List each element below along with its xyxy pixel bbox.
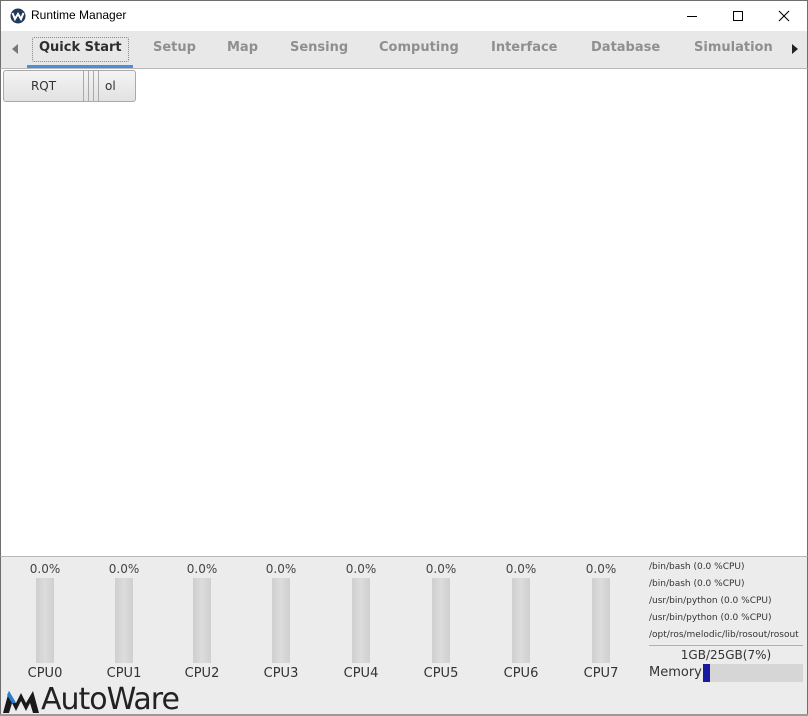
cpu-usage-bar xyxy=(592,578,610,663)
memory-label: Memory xyxy=(649,665,702,680)
cpu-label: CPU2 xyxy=(184,666,220,681)
cpu-usage-bar xyxy=(512,578,530,663)
cpu-meter: 0.0% CPU0 xyxy=(15,557,75,681)
quick-start-panel: RQT ol xyxy=(0,69,808,556)
cpu-meter: 0.0% CPU1 xyxy=(94,557,154,681)
close-button[interactable] xyxy=(761,1,807,31)
cpu-usage-percent: 0.0% xyxy=(505,562,537,576)
cpu-usage-bar xyxy=(352,578,370,663)
cpu-meter: 0.0% CPU5 xyxy=(411,557,471,681)
cpu-label: CPU3 xyxy=(263,666,299,681)
memory-bar xyxy=(703,664,803,682)
cpu-meter: 0.0% CPU3 xyxy=(251,557,311,681)
memory-usage-text: 1GB/25GB(7%) xyxy=(680,648,772,662)
maximize-icon xyxy=(733,11,743,21)
cpu-usage-percent: 0.0% xyxy=(29,562,61,576)
cpu-label: CPU0 xyxy=(27,666,63,681)
tab-quick-start[interactable]: Quick Start xyxy=(39,40,122,55)
cpu-label: CPU4 xyxy=(343,666,379,681)
close-icon xyxy=(778,10,790,22)
minimize-icon xyxy=(687,16,697,17)
cpu-usage-bar xyxy=(115,578,133,663)
memory-bar-fill xyxy=(703,664,710,682)
cpu-label: CPU5 xyxy=(423,666,459,681)
autoware-logo-text: AutoWare xyxy=(41,682,180,716)
rqt-button[interactable]: RQT xyxy=(3,70,84,102)
cpu-usage-bar xyxy=(432,578,450,663)
toolbar-button-group: RQT ol xyxy=(3,70,136,102)
tab-setup[interactable]: Setup xyxy=(153,40,196,55)
tab-computing[interactable]: Computing xyxy=(379,40,459,55)
tool-button[interactable]: ol xyxy=(99,70,136,102)
caret-left-icon xyxy=(12,44,18,54)
cpu-meter: 0.0% CPU2 xyxy=(172,557,232,681)
tab-scroll-right-button[interactable] xyxy=(790,43,800,55)
title-bar: Runtime Manager xyxy=(0,0,808,31)
cpu-usage-percent: 0.0% xyxy=(585,562,617,576)
minimize-button[interactable] xyxy=(669,1,715,31)
cpu-usage-percent: 0.0% xyxy=(186,562,218,576)
process-item: /bin/bash (0.0 %CPU) xyxy=(649,562,745,572)
cpu-usage-percent: 0.0% xyxy=(265,562,297,576)
process-list: /bin/bash (0.0 %CPU) /bin/bash (0.0 %CPU… xyxy=(649,559,807,644)
autoware-app-icon xyxy=(10,8,26,24)
tab-database[interactable]: Database xyxy=(591,40,660,55)
process-item: /bin/bash (0.0 %CPU) xyxy=(649,579,745,589)
cpu-usage-bar xyxy=(36,578,54,663)
cpu-label: CPU6 xyxy=(503,666,539,681)
tab-interface[interactable]: Interface xyxy=(491,40,558,55)
cpu-usage-percent: 0.0% xyxy=(108,562,140,576)
cpu-usage-percent: 0.0% xyxy=(425,562,457,576)
cpu-usage-percent: 0.0% xyxy=(345,562,377,576)
tab-scroll-left-button[interactable] xyxy=(10,43,20,55)
process-item: /opt/ros/melodic/lib/rosout/rosout xyxy=(649,630,799,640)
tab-bar: Quick Start Setup Map Sensing Computing … xyxy=(0,31,808,69)
caret-right-icon xyxy=(792,44,798,54)
autoware-logo-icon xyxy=(3,691,39,713)
memory-separator xyxy=(649,645,803,646)
tab-simulation[interactable]: Simulation xyxy=(694,40,773,55)
cpu-usage-bar xyxy=(193,578,211,663)
cpu-meter: 0.0% CPU7 xyxy=(571,557,631,681)
cpu-label: CPU7 xyxy=(583,666,619,681)
autoware-logo: AutoWare xyxy=(3,682,180,716)
tab-map[interactable]: Map xyxy=(227,40,258,55)
process-item: /usr/bin/python (0.0 %CPU) xyxy=(649,613,772,623)
process-item: /usr/bin/python (0.0 %CPU) xyxy=(649,596,772,606)
cpu-usage-bar xyxy=(272,578,290,663)
cpu-label: CPU1 xyxy=(106,666,142,681)
cpu-meter: 0.0% CPU6 xyxy=(491,557,551,681)
tab-sensing[interactable]: Sensing xyxy=(290,40,348,55)
system-status-panel: 0.0% CPU0 0.0% CPU1 0.0% CPU2 0.0% CPU3 0.0% CPU4… xyxy=(0,556,808,716)
cpu-meter: 0.0% CPU4 xyxy=(331,557,391,681)
active-tab-indicator xyxy=(27,65,133,68)
maximize-button[interactable] xyxy=(715,1,761,31)
window-title: Runtime Manager xyxy=(31,8,127,22)
